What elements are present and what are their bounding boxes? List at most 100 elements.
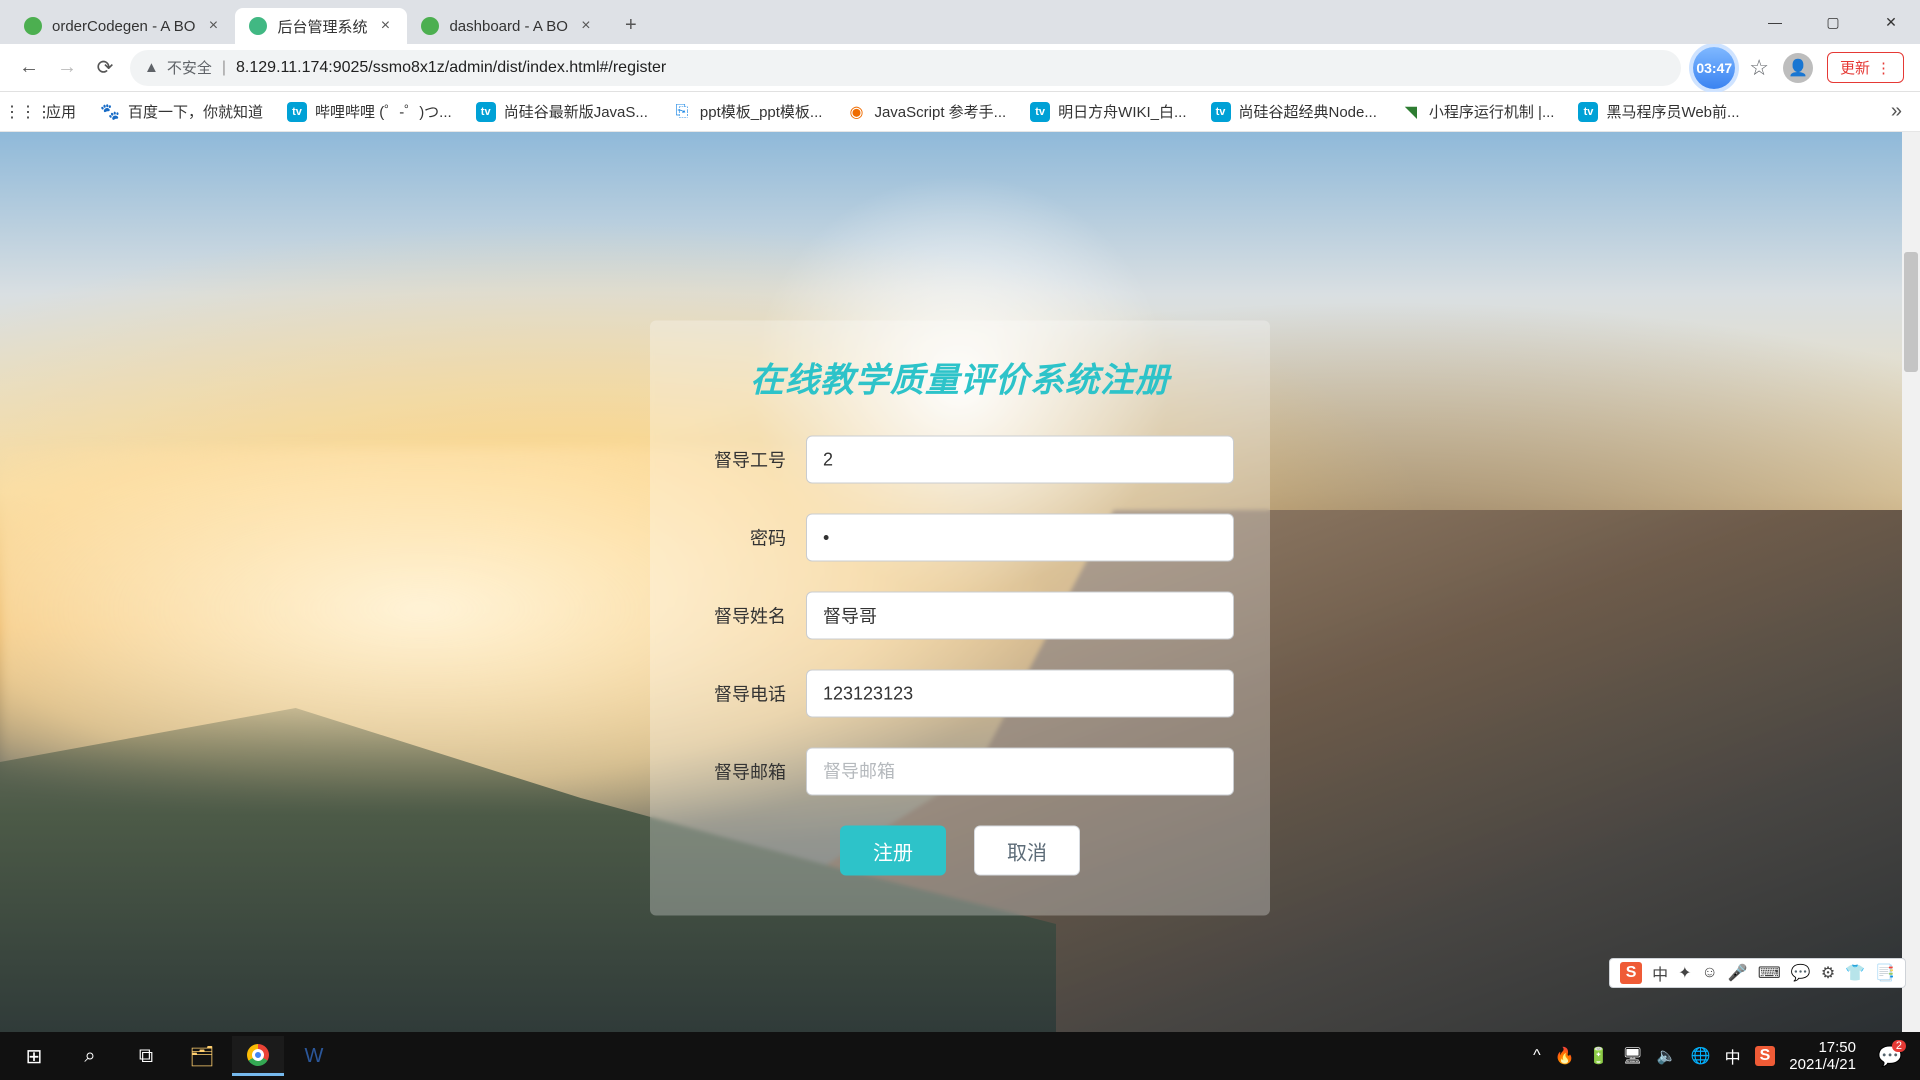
bili-icon: tv [476,102,496,122]
update-button[interactable]: 更新 ⋮ [1827,52,1904,83]
bookmarks-overflow-icon[interactable]: » [1891,100,1902,123]
bookmark-label: 哔哩哔哩 (゜-゜)つ... [315,101,452,122]
tab-title: dashboard - A BO [449,18,567,35]
tab-favicon [249,17,267,35]
ime-item[interactable]: ☺ [1702,964,1718,982]
windows-taskbar: ⊞ ⌕ ⧉ 🗂 W ^ 🔥 🔋 🖥 🔈 🌐 中 S 17:50 2021/4/2… [0,1032,1920,1080]
doc-icon: ⎘ [672,102,692,122]
search-button[interactable]: ⌕ [64,1036,116,1076]
bili-icon: tv [287,102,307,122]
insecure-badge: ▲ 不安全 [144,57,212,78]
cancel-button[interactable]: 取消 [974,826,1080,876]
close-icon[interactable]: × [377,17,393,35]
word-taskbar-button[interactable]: W [288,1036,340,1076]
email-input[interactable] [806,748,1234,796]
js-icon: ◉ [846,102,866,122]
close-window-button[interactable]: ✕ [1862,0,1920,44]
phone-input[interactable] [806,670,1234,718]
ime-item[interactable]: 中 [1652,961,1668,985]
label-phone: 督导电话 [686,681,806,707]
apps-icon: ⋮⋮⋮ [18,102,38,122]
apps-label: 应用 [46,101,76,122]
tab-2[interactable]: dashboard - A BO × [407,8,607,44]
bookmark-item[interactable]: 🐾百度一下，你就知道 [100,101,263,122]
reload-button[interactable]: ⟳ [92,55,118,81]
bili-icon: tv [1030,102,1050,122]
tab-favicon [421,17,439,35]
apps-button[interactable]: ⋮⋮⋮ 应用 [18,101,76,122]
insecure-label: 不安全 [167,57,212,78]
browser-navbar: ← → ⟳ ▲ 不安全 | 8.129.11.174:9025/ssmo8x1z… [0,44,1920,92]
bookmark-item[interactable]: tv 黑马程序员Web前... [1578,101,1739,122]
profile-avatar-icon[interactable]: 👤 [1783,53,1813,83]
bookmark-item[interactable]: ⎘ ppt模板_ppt模板... [672,101,823,122]
bookmarks-bar: ⋮⋮⋮ 应用 🐾百度一下，你就知道 tv 哔哩哔哩 (゜-゜)つ... tv尚硅谷… [0,92,1920,132]
tab-0[interactable]: orderCodegen - A BO × [10,8,235,44]
badge-text: 03:47 [1696,60,1732,76]
ime-item[interactable]: 💬 [1791,963,1811,983]
bookmark-star-icon[interactable]: ☆ [1749,55,1769,81]
start-button[interactable]: ⊞ [8,1036,60,1076]
wechat-icon: ◥ [1401,102,1421,122]
ime-toolbar[interactable]: S 中 ✦ ☺ 🎤 ⌨ 💬 ⚙ 👕 📑 [1609,958,1906,988]
ime-item[interactable]: 📑 [1875,963,1895,983]
display-icon[interactable]: 🖥 [1622,1046,1642,1066]
name-input[interactable] [806,592,1234,640]
action-center-button[interactable]: 💬 2 [1870,1036,1910,1076]
tray-overflow-icon[interactable]: ^ [1533,1047,1541,1065]
forward-button[interactable]: → [54,55,80,81]
ime-item[interactable]: 🎤 [1728,963,1748,983]
label-name: 督导姓名 [686,603,806,629]
bookmark-item[interactable]: ◉ JavaScript 参考手... [846,101,1006,122]
bili-icon: tv [1211,102,1231,122]
bookmark-label: ppt模板_ppt模板... [700,101,823,122]
tab-favicon [24,17,42,35]
password-input[interactable] [806,514,1234,562]
ime-item[interactable]: ⌨ [1758,963,1781,983]
tray-icon[interactable]: 🔥 [1555,1046,1575,1066]
battery-icon[interactable]: 🔋 [1589,1046,1609,1066]
minimize-button[interactable]: — [1746,0,1804,44]
ime-item[interactable]: ⚙ [1821,963,1835,983]
vertical-scrollbar[interactable] [1902,132,1920,1032]
tab-1[interactable]: 后台管理系统 × [235,8,407,44]
id-input[interactable] [806,436,1234,484]
maximize-button[interactable]: ▢ [1804,0,1862,44]
ime-item[interactable]: 👕 [1845,963,1865,983]
bookmark-label: 黑马程序员Web前... [1606,101,1739,122]
bookmark-item[interactable]: tv尚硅谷最新版JavaS... [476,101,648,122]
bookmark-item[interactable]: tv 哔哩哔哩 (゜-゜)つ... [287,101,452,122]
update-label: 更新 [1840,57,1870,78]
sogou-logo-icon: S [1620,962,1642,984]
chrome-taskbar-button[interactable] [232,1036,284,1076]
tab-title: orderCodegen - A BO [52,18,195,35]
back-button[interactable]: ← [16,55,42,81]
submit-button[interactable]: 注册 [840,826,946,876]
address-bar[interactable]: ▲ 不安全 | 8.129.11.174:9025/ssmo8x1z/admin… [130,50,1681,86]
close-icon[interactable]: × [578,17,594,35]
close-icon[interactable]: × [205,17,221,35]
file-explorer-button[interactable]: 🗂 [176,1036,228,1076]
system-tray: ^ 🔥 🔋 🖥 🔈 🌐 中 S 17:50 2021/4/21 💬 2 [1533,1032,1910,1080]
ime-indicator[interactable]: 中 [1725,1044,1741,1068]
ime-item[interactable]: ✦ [1678,963,1691,983]
bookmark-label: JavaScript 参考手... [874,101,1006,122]
register-card: 在线教学质量评价系统注册 督导工号 密码 督导姓名 督导电话 督导邮箱 [650,321,1270,916]
network-icon[interactable]: 🌐 [1691,1046,1711,1066]
bili-icon: tv [1578,102,1598,122]
url-text: 8.129.11.174:9025/ssmo8x1z/admin/dist/in… [236,59,666,77]
sogou-tray-icon[interactable]: S [1755,1046,1776,1066]
taskbar-clock[interactable]: 17:50 2021/4/21 [1789,1039,1856,1074]
page-title: 在线教学质量评价系统注册 [686,353,1234,402]
bookmark-item[interactable]: tv尚硅谷超经典Node... [1211,101,1377,122]
tab-title: 后台管理系统 [277,16,367,37]
profile-badge[interactable]: 03:47 [1693,47,1735,89]
clock-date: 2021/4/21 [1789,1056,1856,1073]
window-controls: — ▢ ✕ [1746,0,1920,44]
bookmark-item[interactable]: ◥小程序运行机制 |... [1401,101,1555,122]
bookmark-item[interactable]: tv明日方舟WIKI_白... [1030,101,1186,122]
volume-icon[interactable]: 🔈 [1657,1046,1677,1066]
task-view-button[interactable]: ⧉ [120,1036,172,1076]
new-tab-button[interactable]: + [616,10,646,40]
scrollbar-thumb[interactable] [1904,252,1918,372]
